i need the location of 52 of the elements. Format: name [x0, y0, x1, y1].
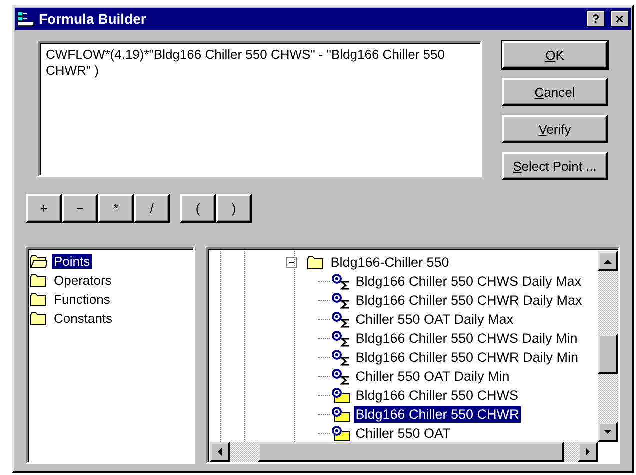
tree-item[interactable]: Bldg166 Chiller 550 CHWR Daily Min	[354, 349, 581, 366]
tree-item[interactable]: Bldg166 Chiller 550 CHWS	[354, 387, 521, 404]
tree-item[interactable]: Chiller 550 OAT	[354, 425, 453, 442]
category-item[interactable]: Constants	[52, 311, 115, 326]
dialog-button[interactable]: Verify	[502, 115, 608, 143]
horizontal-scrollbar[interactable]	[210, 442, 598, 462]
globe-sigma-icon	[332, 330, 352, 346]
category-item[interactable]: Operators	[52, 273, 114, 288]
formula-field[interactable]: CWFLOW*(4.19)*"Bldg166 Chiller 550 CHWS" - "Bldg166 Chiller 550 CHWR" )	[38, 41, 482, 177]
category-item[interactable]: Functions	[52, 292, 112, 307]
folder-icon	[30, 292, 48, 306]
dialog-button[interactable]: Select Point ...	[502, 152, 608, 180]
close-button[interactable]: ×	[611, 11, 629, 27]
globe-sigma-icon	[332, 368, 352, 384]
operator-button[interactable]: /	[134, 194, 170, 223]
scroll-up-icon[interactable]	[598, 251, 618, 271]
globe-sigma-icon	[332, 312, 352, 328]
dialog-button[interactable]: Cancel	[502, 78, 608, 106]
help-button[interactable]: ?	[587, 11, 605, 27]
collapse-icon[interactable]	[286, 257, 297, 268]
scroll-thumb[interactable]	[598, 334, 618, 374]
category-item[interactable]: Points	[52, 254, 92, 269]
operator-button[interactable]: *	[98, 194, 134, 223]
vertical-scrollbar[interactable]	[598, 251, 618, 442]
tree-item[interactable]: Chiller 550 OAT Daily Min	[354, 368, 512, 385]
folder-icon	[306, 256, 325, 270]
folder-icon	[30, 254, 48, 268]
globe-folder-icon	[332, 388, 352, 404]
operator-button[interactable]: )	[216, 194, 252, 223]
scroll-down-icon[interactable]	[598, 422, 618, 442]
dialog-button[interactable]: OK	[502, 41, 608, 69]
folder-icon	[30, 274, 48, 288]
tree-item[interactable]: Bldg166 Chiller 550 CHWR	[354, 406, 522, 423]
folder-icon	[30, 312, 48, 326]
tree-structure-icon	[17, 11, 35, 27]
scroll-right-icon[interactable]	[578, 442, 598, 462]
operator-button[interactable]: −	[62, 194, 98, 223]
globe-folder-icon	[332, 406, 352, 422]
tree-item[interactable]: Bldg166 Chiller 550 CHWS Daily Max	[354, 273, 584, 290]
globe-sigma-icon	[332, 350, 352, 366]
operator-button[interactable]: +	[26, 194, 62, 223]
tree-item[interactable]: Bldg166-Chiller 550	[328, 254, 452, 271]
operator-button[interactable]: (	[180, 194, 216, 223]
scroll-left-icon[interactable]	[210, 442, 230, 462]
scroll-thumb[interactable]	[258, 442, 564, 462]
tree-item[interactable]: Bldg166 Chiller 550 CHWR Daily Max	[354, 292, 584, 309]
tree-item[interactable]: Bldg166 Chiller 550 CHWS Daily Min	[354, 330, 580, 347]
globe-sigma-icon	[332, 274, 352, 290]
globe-sigma-icon	[332, 292, 352, 308]
tree-item[interactable]: Chiller 550 OAT Daily Max	[354, 311, 516, 328]
window-title: Formula Builder	[39, 11, 148, 27]
globe-folder-icon	[332, 426, 352, 442]
